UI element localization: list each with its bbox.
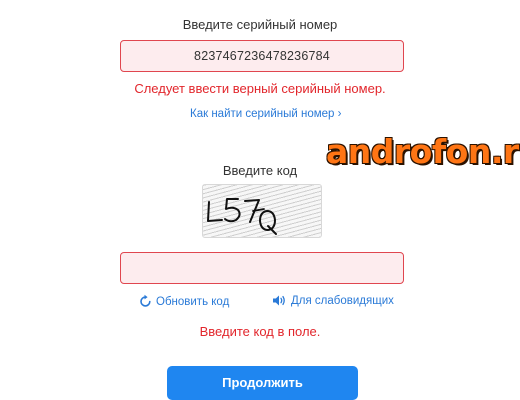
audio-captcha-label: Для слабовидящих (291, 295, 394, 307)
captcha-label: Введите код (222, 163, 298, 178)
captcha-code-input[interactable] (120, 252, 404, 284)
captcha-glyphs (207, 198, 277, 235)
audio-captcha-link[interactable]: Для слабовидящих (272, 294, 394, 307)
refresh-code-link[interactable]: Обновить код (139, 294, 229, 308)
captcha-error-message: Введите код в поле. (199, 324, 321, 339)
refresh-code-label: Обновить код (156, 296, 230, 308)
speaker-icon (273, 295, 285, 306)
captcha-image (202, 184, 322, 238)
serial-error-message: Следует ввести верный серийный номер. (134, 81, 386, 96)
find-serial-link[interactable]: Как найти серийный номер › (190, 108, 341, 120)
serial-label: Введите серийный номер (182, 17, 338, 32)
refresh-icon (140, 294, 151, 307)
serial-number-input[interactable]: 8237467236478236784 (120, 40, 404, 72)
serial-verification-form: Введите серийный номер 82374672364782367… (0, 0, 520, 400)
continue-button[interactable]: Продолжить (167, 366, 358, 400)
